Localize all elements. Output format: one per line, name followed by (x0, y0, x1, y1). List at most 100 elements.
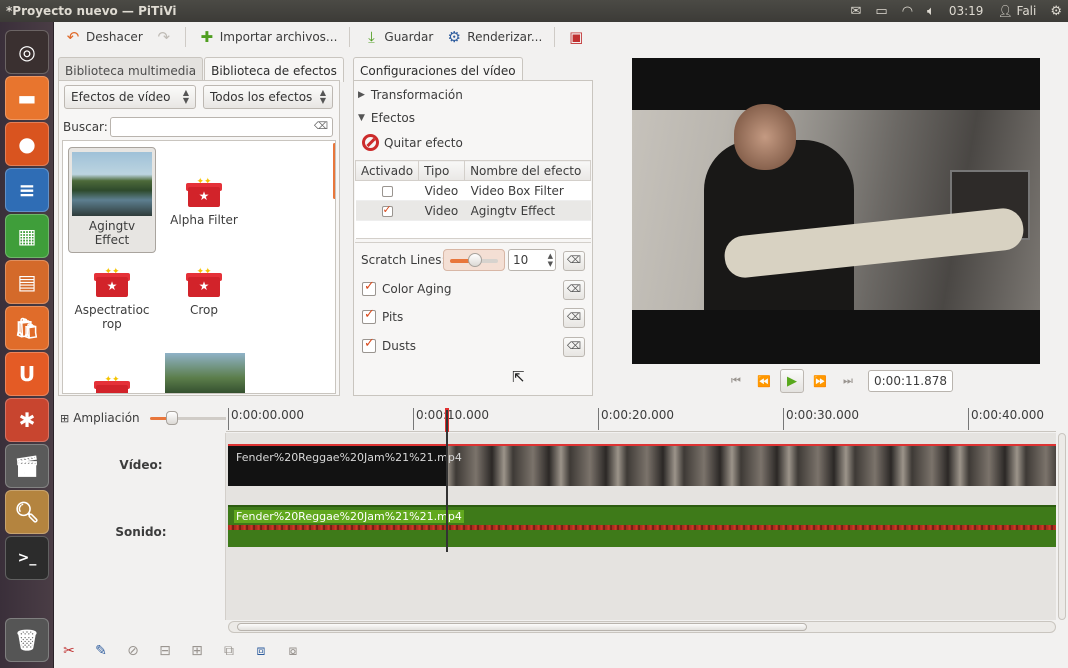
effect-item-partial[interactable]: ✦✦ (68, 347, 156, 393)
gear-icon[interactable]: ⚙ (1050, 4, 1062, 19)
effects-expander[interactable]: ▼ Efectos (358, 111, 415, 125)
table-row[interactable]: Video Video Box Filter (355, 180, 591, 201)
terminal-icon[interactable]: >_ (5, 536, 49, 580)
volume-icon[interactable]: 🔈︎ (927, 4, 935, 19)
transform-expander[interactable]: ▶ Transformación (358, 88, 463, 102)
effect-subcategory-select[interactable]: Todos los efectos ▲ ▼ (203, 85, 333, 109)
slider-knob[interactable] (468, 253, 482, 267)
effect-search-input[interactable]: ⌫ (110, 117, 333, 137)
render-button[interactable]: ⚙ Renderizar... (441, 26, 546, 48)
effect-enabled-checkbox[interactable] (381, 185, 393, 197)
remove-effect-button[interactable]: Quitar efecto (362, 134, 463, 151)
effects-scrollbar[interactable] (333, 143, 335, 199)
goto-end-icon[interactable]: ⏭ (836, 369, 860, 393)
effect-name: Video Box Filter (464, 180, 591, 201)
group-icon[interactable]: ⧈ (250, 640, 272, 662)
save-button[interactable]: ⤓ Guardar (358, 26, 437, 48)
reset-scratch-button[interactable]: ⌫ (563, 251, 585, 271)
trash-icon[interactable]: 🗑︎ (5, 618, 49, 662)
column-header[interactable]: Activado (354, 160, 420, 181)
user-menu[interactable]: 👤︎ Fali (997, 4, 1036, 18)
playback-controls: ⏮ ⏪ ▶ ⏩ ⏭ (724, 369, 860, 393)
expander-expanded-icon: ▼ (358, 113, 365, 123)
clear-search-icon[interactable]: ⌫ (314, 121, 328, 132)
forward-icon[interactable]: ⏩ (808, 369, 832, 393)
wifi-icon[interactable]: ◠ (902, 4, 913, 19)
effect-category-select[interactable]: Efectos de vídeo ▲ ▼ (64, 85, 196, 109)
time-display[interactable]: 0:00:11.878 (868, 370, 953, 392)
import-button[interactable]: ✚ Importar archivos... (194, 26, 342, 48)
search-tool-icon[interactable]: 🔍︎ (5, 490, 49, 534)
pits-checkbox[interactable] (362, 307, 376, 324)
video-viewer[interactable] (632, 58, 1040, 364)
calc-icon[interactable]: ▦ (5, 214, 49, 258)
config-tabs: Configuraciones del vídeo (353, 57, 524, 82)
effect-item-aspectratiocrop[interactable]: ✦✦ ★ Aspectratioc rop (68, 237, 156, 331)
files-icon[interactable]: ▬ (5, 76, 49, 120)
align-icon[interactable]: ⧇ (282, 640, 304, 662)
video-clip[interactable]: Fender%20Reggae%20Jam%21%21.mp4 (228, 444, 1056, 486)
ungroup-icon[interactable]: ⧉ (218, 640, 240, 662)
firefox-icon[interactable]: ● (5, 122, 49, 166)
timeline-vscrollbar[interactable] (1058, 433, 1066, 620)
scratch-lines-label: Scratch Lines: (361, 253, 446, 267)
effect-type: Video (418, 200, 465, 221)
dusts-checkbox[interactable] (362, 336, 376, 353)
writer-icon[interactable]: ≡ (5, 168, 49, 212)
effect-gift-icon: ✦✦ ★ (186, 177, 222, 207)
clock[interactable]: 03:19 (949, 4, 984, 18)
tab-video-config[interactable]: Configuraciones del vídeo (353, 57, 523, 82)
battery-icon[interactable]: ▭ (875, 4, 887, 19)
table-row[interactable]: Video Agingtv Effect (355, 200, 591, 221)
reset-color-aging-button[interactable]: ⌫ (563, 280, 585, 300)
mail-icon[interactable]: ✉ (851, 4, 862, 19)
redo-button[interactable]: ↷ (151, 26, 177, 48)
column-header[interactable]: Nombre del efecto (464, 160, 591, 181)
column-header[interactable]: Tipo (418, 160, 466, 181)
unlink-icon[interactable]: ⊟ (154, 640, 176, 662)
toolbar-separator (184, 27, 186, 47)
main-toolbar: ↶ Deshacer ↷ ✚ Importar archivos... ⤓ Gu… (54, 22, 1068, 52)
delete-icon[interactable]: ⊘ (122, 640, 144, 662)
settings-icon[interactable]: ✱ (5, 398, 49, 442)
effects-grid: Agingtv Effect ✦✦ ★ Alpha Filter ✦✦ ★ Aspe… (62, 140, 336, 394)
audio-clip[interactable]: Fender%20Reggae%20Jam%21%21.mp4 (228, 505, 1056, 547)
spinner-arrows-icon[interactable]: ▲ ▼ (548, 252, 553, 268)
scratch-lines-spinner[interactable]: 10 ▲ ▼ (508, 249, 556, 271)
ubuntu-one-icon[interactable]: U (5, 352, 49, 396)
toolbar-separator (554, 27, 556, 47)
link-icon[interactable]: ⊞ (186, 640, 208, 662)
effect-item-alpha-filter[interactable]: ✦✦ ★ Alpha Filter (160, 147, 248, 227)
audio-track-label: Sonido: (115, 525, 167, 539)
impress-icon[interactable]: ▤ (5, 260, 49, 304)
timeline-ruler[interactable]: 0:00:00.000 0:00:10.000 0:00:20.000 0:00… (226, 404, 1056, 432)
tab-effects-library[interactable]: Biblioteca de efectos (204, 57, 344, 82)
software-center-icon[interactable]: 🛍︎ (5, 306, 49, 350)
keyframe-icon[interactable]: ✎ (90, 640, 112, 662)
rewind-icon[interactable]: ⏪ (752, 369, 776, 393)
tab-media-library[interactable]: Biblioteca multimedia (58, 57, 204, 82)
pitivi-icon[interactable]: 🎬︎ (5, 444, 49, 488)
effect-enabled-checkbox[interactable] (381, 203, 393, 217)
effect-item-crop[interactable]: ✦✦ ★ Crop (160, 237, 248, 317)
add-icon: ✚ (200, 28, 214, 46)
goto-start-icon[interactable]: ⏮ (724, 369, 748, 393)
scrollbar-thumb[interactable] (237, 623, 807, 631)
remove-icon (362, 134, 379, 151)
undo-button[interactable]: ↶ Deshacer (60, 26, 147, 48)
timeline-hscrollbar[interactable] (228, 621, 1056, 633)
zoom-knob[interactable] (165, 411, 178, 425)
audio-waveform (228, 525, 1056, 530)
play-button[interactable]: ▶ (780, 369, 804, 393)
reset-pits-button[interactable]: ⌫ (563, 308, 585, 328)
zoom-slider[interactable] (149, 410, 230, 426)
split-icon[interactable]: ✂ (58, 640, 80, 662)
scratch-lines-slider[interactable] (443, 249, 505, 271)
zoom-label: Ampliación (73, 411, 140, 425)
fullscreen-button[interactable]: ▣ (563, 26, 589, 48)
color-aging-checkbox[interactable] (362, 279, 376, 296)
dash-icon[interactable]: ◎ (5, 30, 49, 74)
save-icon: ⤓ (368, 28, 375, 46)
reset-dusts-button[interactable]: ⌫ (563, 337, 585, 357)
playhead[interactable] (446, 410, 448, 552)
